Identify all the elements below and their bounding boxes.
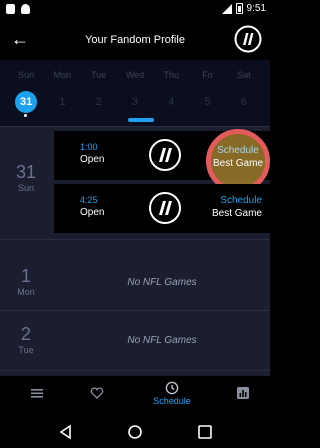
best-game-label: Best Game xyxy=(211,208,262,219)
team-logo-icon xyxy=(149,192,181,224)
date-item[interactable]: 1 xyxy=(47,91,77,113)
drag-handle[interactable] xyxy=(128,118,154,122)
weekday-label: Fri xyxy=(202,70,213,80)
no-games-message: No NFL Games xyxy=(127,335,197,346)
list-icon xyxy=(31,389,43,398)
sd-card-icon xyxy=(6,4,15,14)
recents-nav-icon[interactable] xyxy=(195,422,215,442)
android-icon xyxy=(21,4,30,14)
day-date: 2 xyxy=(20,324,31,344)
heart-icon xyxy=(90,387,104,399)
signal-icon xyxy=(221,3,232,14)
week-strip: Sun Mon Tue Wed Thu Fri Sat 31 1 2 3 4 5… xyxy=(0,60,270,126)
schedule-best-game-button[interactable]: Schedule Best Game xyxy=(212,145,264,169)
brand-logo-icon[interactable] xyxy=(234,25,262,53)
status-time: 9:51 xyxy=(246,3,266,14)
tab-favorites[interactable] xyxy=(70,376,124,414)
date-item[interactable]: 4 xyxy=(156,91,186,113)
weekday-label: Thu xyxy=(163,70,180,80)
day-name: Sun xyxy=(17,183,34,193)
status-bar: 9:51 xyxy=(0,0,270,20)
date-item[interactable]: 5 xyxy=(193,91,223,113)
day-name: Mon xyxy=(17,287,35,297)
bar-chart-icon xyxy=(237,387,249,399)
game-row[interactable]: 4:25 Open Schedule Best Game xyxy=(54,184,270,233)
system-nav-bar xyxy=(0,414,270,448)
day-label-sun: 31 Sun xyxy=(0,162,52,193)
day-date: 1 xyxy=(20,266,31,286)
game-status: Open xyxy=(80,154,105,165)
best-game-label: Best Game xyxy=(212,158,264,169)
tab-stats[interactable] xyxy=(216,376,270,414)
day-name: Tue xyxy=(18,345,34,355)
weekday-label: Tue xyxy=(91,70,107,80)
no-games-message: No NFL Games xyxy=(127,277,197,288)
day-label-tue: 2 Tue xyxy=(0,324,52,355)
schedule-list[interactable]: 31 Sun 1:00 Open Schedule Best Game 4:25… xyxy=(0,126,270,376)
schedule-label: Schedule xyxy=(217,145,259,156)
back-arrow-icon[interactable]: ← xyxy=(8,28,32,52)
bottom-tab-bar: Schedule xyxy=(0,376,270,414)
team-logo-icon xyxy=(149,139,181,171)
home-nav-icon[interactable] xyxy=(125,422,145,442)
date-item[interactable]: 3 xyxy=(120,91,150,113)
schedule-best-game-button[interactable]: Schedule Best Game xyxy=(212,195,262,219)
date-item[interactable]: 2 xyxy=(84,91,114,113)
game-time: 4:25 xyxy=(80,195,98,205)
clock-icon xyxy=(165,381,179,395)
weekday-row: Sun Mon Tue Wed Thu Fri Sat xyxy=(0,70,270,80)
game-status: Open xyxy=(80,207,105,218)
day-date: 31 xyxy=(15,162,37,182)
date-row: 31 1 2 3 4 5 6 xyxy=(0,91,270,117)
battery-icon xyxy=(235,3,243,14)
weekday-label: Sun xyxy=(18,70,35,80)
date-item[interactable]: 6 xyxy=(229,91,259,113)
back-nav-icon[interactable] xyxy=(56,422,76,442)
tab-label: Schedule xyxy=(153,396,191,406)
page-title: Your Fandom Profile xyxy=(85,34,185,46)
app-bar: ← Your Fandom Profile xyxy=(0,20,270,60)
schedule-label: Schedule xyxy=(220,195,262,206)
date-selected[interactable]: 31 xyxy=(15,91,38,117)
weekday-label: Sat xyxy=(237,70,251,80)
tab-schedule[interactable]: Schedule xyxy=(145,376,199,414)
weekday-label: Mon xyxy=(53,70,72,80)
weekday-label: Wed xyxy=(125,70,145,80)
tab-list[interactable] xyxy=(10,376,64,414)
game-time: 1:00 xyxy=(80,142,98,152)
day-label-mon: 1 Mon xyxy=(0,266,52,297)
